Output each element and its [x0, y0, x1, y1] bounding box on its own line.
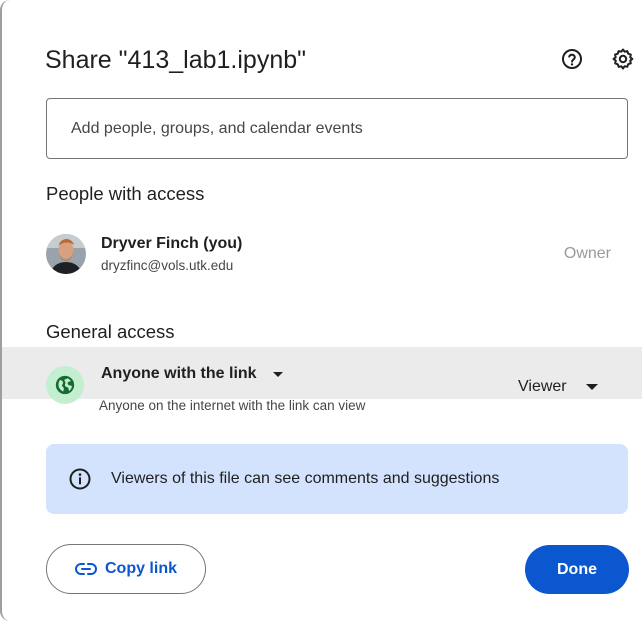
dialog-title: Share "413_lab1.ipynb"	[45, 46, 306, 74]
user-avatar	[46, 234, 86, 274]
info-banner: Viewers of this file can see comments an…	[46, 444, 628, 514]
caret-down-icon	[585, 384, 598, 390]
person-name: Dryver Finch (you)	[101, 235, 243, 252]
general-access-role-dropdown[interactable]: Viewer	[518, 376, 598, 398]
info-icon	[69, 468, 91, 490]
caret-down-icon	[272, 371, 283, 377]
copy-link-button[interactable]: Copy link	[46, 544, 206, 594]
people-with-access-heading: People with access	[46, 183, 205, 204]
info-banner-text: Viewers of this file can see comments an…	[111, 470, 500, 487]
person-email: dryzfinc@vols.utk.edu	[101, 258, 234, 273]
add-people-input[interactable]	[46, 98, 628, 159]
general-access-scope-dropdown[interactable]: Anyone with the link	[101, 363, 283, 385]
general-access-role-label: Viewer	[518, 378, 567, 395]
help-circle-icon[interactable]	[557, 44, 587, 74]
person-role-owner: Owner	[563, 245, 611, 262]
general-access-scope-label: Anyone with the link	[101, 365, 257, 382]
globe-icon	[46, 366, 84, 404]
done-label: Done	[557, 560, 597, 578]
copy-link-label: Copy link	[104, 560, 177, 577]
share-dialog: Share "413_lab1.ipynb" People with acces…	[0, 0, 642, 621]
general-access-description: Anyone on the internet with the link can…	[99, 398, 366, 413]
link-icon	[75, 563, 97, 575]
gear-icon[interactable]	[608, 44, 638, 74]
done-button[interactable]: Done	[525, 545, 629, 594]
general-access-heading: General access	[46, 321, 175, 342]
